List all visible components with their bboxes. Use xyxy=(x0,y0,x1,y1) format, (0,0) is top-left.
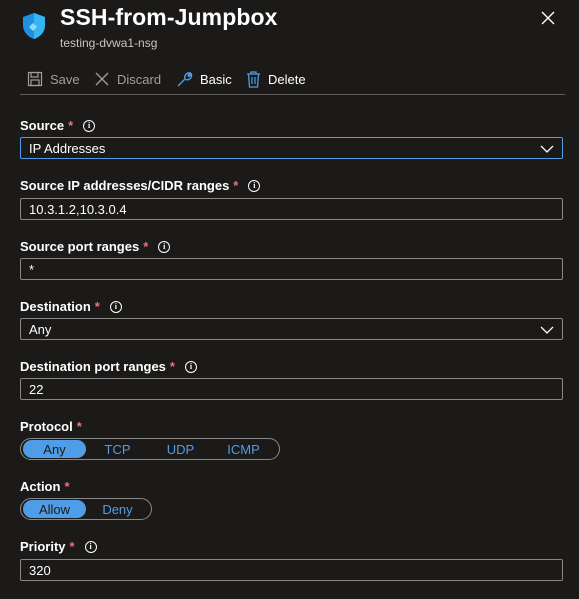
trash-icon xyxy=(247,70,260,88)
info-icon[interactable]: i xyxy=(109,300,122,313)
source-port-label: Source port ranges * i xyxy=(20,239,171,254)
source-port-input[interactable]: * xyxy=(20,258,563,280)
panel-subtitle: testing-dvwa1-nsg xyxy=(60,36,158,50)
save-icon xyxy=(27,71,43,87)
priority-input[interactable]: 320 xyxy=(20,559,563,581)
required-mark: * xyxy=(68,118,74,133)
destination-dropdown[interactable]: Any xyxy=(20,318,563,340)
protocol-option-icmp[interactable]: ICMP xyxy=(212,440,275,458)
required-mark: * xyxy=(233,178,239,193)
chevron-down-icon xyxy=(540,326,554,334)
source-label: Source * i xyxy=(20,118,96,133)
destination-label: Destination * i xyxy=(20,299,122,314)
save-label: Save xyxy=(50,71,80,87)
required-mark: * xyxy=(69,539,75,554)
info-icon[interactable]: i xyxy=(184,360,197,373)
edit-security-rule-panel: SSH-from-Jumpbox testing-dvwa1-nsg Save … xyxy=(0,0,579,599)
required-mark: * xyxy=(169,359,175,374)
source-ip-label: Source IP addresses/CIDR ranges * i xyxy=(20,178,261,193)
discard-icon xyxy=(95,72,109,86)
delete-label: Delete xyxy=(268,71,306,87)
action-option-allow[interactable]: Allow xyxy=(23,500,86,518)
protocol-label: Protocol * xyxy=(20,419,82,434)
action-label: Action * xyxy=(20,479,70,494)
required-mark: * xyxy=(143,239,149,254)
command-toolbar: Save Discard Basic Delete xyxy=(20,64,565,95)
basic-label: Basic xyxy=(200,71,232,87)
destination-port-label: Destination port ranges * i xyxy=(20,359,197,374)
protocol-option-udp[interactable]: UDP xyxy=(149,440,212,458)
priority-label: Priority * i xyxy=(20,539,97,554)
wrench-icon xyxy=(177,71,193,86)
required-mark: * xyxy=(64,479,70,494)
discard-label: Discard xyxy=(117,71,162,87)
action-option-deny[interactable]: Deny xyxy=(86,500,149,518)
save-button[interactable]: Save xyxy=(27,68,80,90)
info-icon[interactable]: i xyxy=(158,240,171,253)
source-ip-input[interactable]: 10.3.1.2,10.3.0.4 xyxy=(20,198,563,220)
required-mark: * xyxy=(94,299,100,314)
basic-button[interactable]: Basic xyxy=(176,68,232,90)
close-icon[interactable] xyxy=(537,7,559,29)
shield-icon xyxy=(23,13,45,39)
action-toggle: Allow Deny xyxy=(20,498,152,520)
protocol-toggle: Any TCP UDP ICMP xyxy=(20,438,280,460)
destination-port-input[interactable]: 22 xyxy=(20,378,563,400)
info-icon[interactable]: i xyxy=(248,179,261,192)
source-dropdown[interactable]: IP Addresses xyxy=(20,137,563,159)
info-icon[interactable]: i xyxy=(83,119,96,132)
protocol-option-tcp[interactable]: TCP xyxy=(86,440,149,458)
chevron-down-icon xyxy=(540,145,554,153)
panel-title: SSH-from-Jumpbox xyxy=(60,4,278,30)
protocol-option-any[interactable]: Any xyxy=(23,440,86,458)
info-icon[interactable]: i xyxy=(84,540,97,553)
required-mark: * xyxy=(76,419,82,434)
delete-button[interactable]: Delete xyxy=(246,68,306,90)
discard-button[interactable]: Discard xyxy=(94,68,161,90)
